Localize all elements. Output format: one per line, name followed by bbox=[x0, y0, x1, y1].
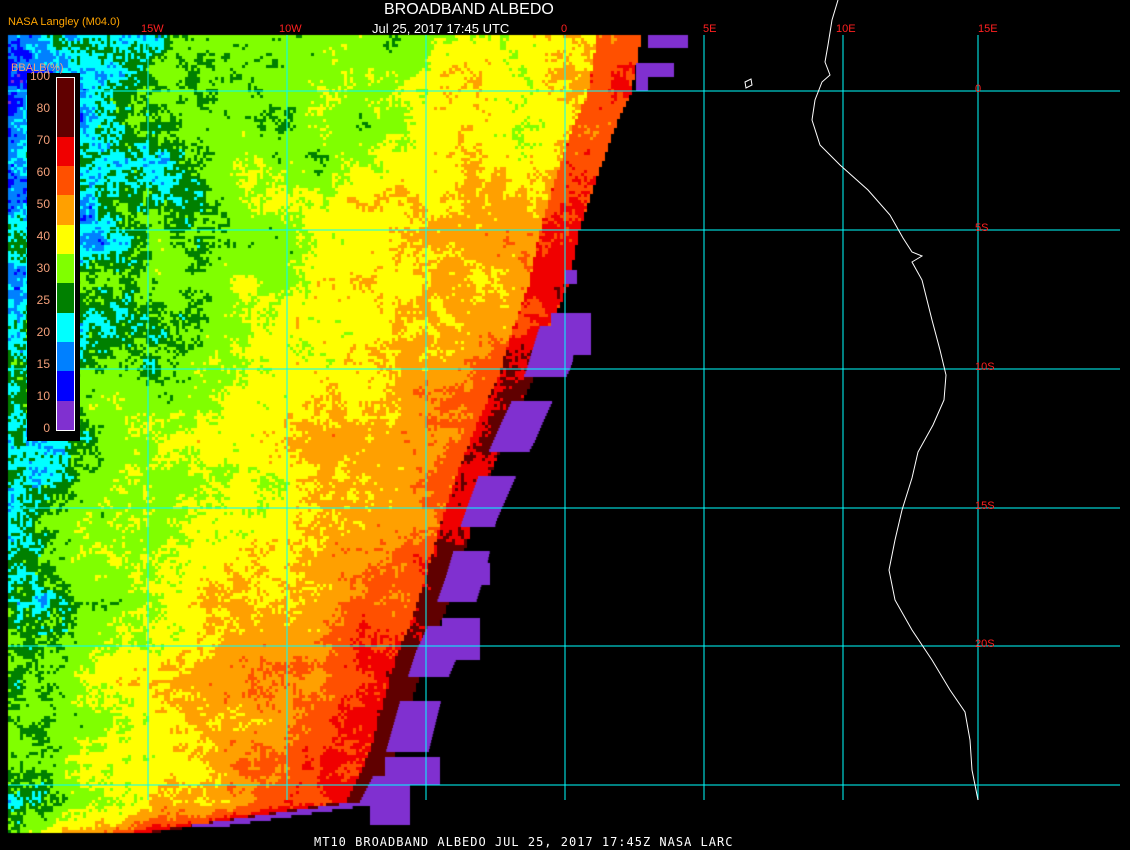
legend-tick: 0 bbox=[43, 421, 50, 435]
legend-swatch bbox=[57, 78, 74, 108]
legend-swatch bbox=[57, 341, 74, 372]
color-legend: 100 80 70 60 50 40 30 25 20 15 10 0 bbox=[27, 69, 80, 441]
lon-label: 0 bbox=[561, 23, 568, 35]
source-label: NASA Langley (M04.0) bbox=[8, 16, 120, 28]
coastline bbox=[811, 0, 979, 801]
legend-tick: 80 bbox=[36, 101, 50, 115]
legend-swatch bbox=[57, 312, 74, 342]
lat-label: 10S bbox=[975, 361, 995, 373]
legend-swatch bbox=[57, 195, 74, 225]
legend-tick: 70 bbox=[36, 133, 50, 147]
lon-label: 10W bbox=[279, 23, 302, 35]
map-title: BROADBAND ALBEDO bbox=[384, 1, 554, 18]
map-overlay bbox=[8, 0, 1120, 801]
legend-swatch bbox=[57, 224, 74, 254]
lon-label: 15W bbox=[141, 23, 164, 35]
legend-tick: 20 bbox=[36, 325, 50, 339]
legend-tick: 30 bbox=[36, 261, 50, 275]
lat-label: 15S bbox=[975, 500, 995, 512]
legend-swatch bbox=[57, 371, 74, 401]
island bbox=[744, 78, 753, 89]
legend-tick: 25 bbox=[36, 293, 50, 307]
footer-caption: MT10 BROADBAND ALBEDO JUL 25, 2017 17:45… bbox=[314, 835, 734, 849]
legend-tick: 10 bbox=[36, 389, 50, 403]
lat-label: 5S bbox=[975, 222, 989, 234]
lat-lon-grid bbox=[8, 35, 1120, 800]
lon-label: 10E bbox=[836, 23, 856, 35]
albedo-map: BROADBAND ALBEDO Jul 25, 2017 17:45 UTC … bbox=[0, 0, 1130, 850]
legend-tick: 40 bbox=[36, 229, 50, 243]
map-datetime: Jul 25, 2017 17:45 UTC bbox=[372, 21, 510, 36]
legend-tick: 50 bbox=[36, 197, 50, 211]
legend-title: BBALB(%) bbox=[11, 62, 64, 74]
legend-tick: 15 bbox=[36, 357, 50, 371]
legend-swatch bbox=[57, 283, 74, 313]
legend-swatch bbox=[57, 136, 74, 166]
legend-tick: 60 bbox=[36, 165, 50, 179]
lat-label: 0 bbox=[975, 83, 982, 95]
lon-label: 15E bbox=[978, 23, 998, 35]
legend-swatch bbox=[57, 253, 74, 284]
legend-colorbar bbox=[56, 77, 75, 431]
lon-label: 5E bbox=[703, 23, 717, 35]
lat-label: 20S bbox=[975, 638, 995, 650]
legend-swatch bbox=[57, 107, 74, 137]
legend-swatch bbox=[57, 165, 74, 196]
legend-swatch bbox=[57, 400, 74, 430]
